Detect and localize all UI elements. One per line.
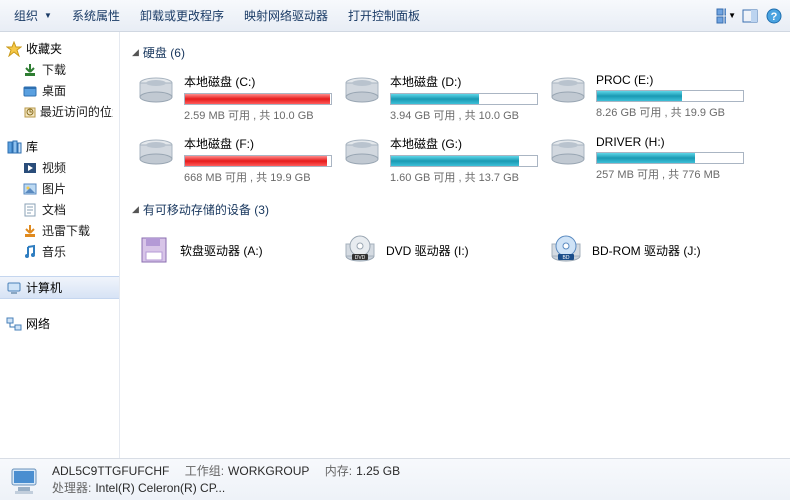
sidebar-item-favorite[interactable]: 最近访问的位置 bbox=[0, 101, 119, 122]
drive-item[interactable]: PROC (E:) 8.26 GB 可用 , 共 19.9 GB bbox=[544, 69, 744, 127]
sidebar-computer[interactable]: 计算机 bbox=[0, 276, 119, 299]
network-icon bbox=[6, 316, 22, 332]
status-text: ADL5C9TTGFUFCHF 工作组: WORKGROUP 内存: 1.25 … bbox=[52, 463, 400, 497]
disclosure-triangle-icon: ◢ bbox=[132, 47, 139, 58]
sidebar-group-network: 网络 bbox=[0, 313, 119, 334]
disclosure-triangle-icon: ◢ bbox=[132, 204, 139, 215]
removables-container: 软盘驱动器 (A:) DVD DVD 驱动器 (I:) BD BD-ROM 驱动器 (J… bbox=[132, 226, 778, 274]
sidebar-network[interactable]: 网络 bbox=[0, 313, 119, 334]
drive-name: DRIVER (H:) bbox=[596, 135, 740, 149]
help-icon: ? bbox=[766, 8, 782, 24]
drive-subtext: 2.59 MB 可用 , 共 10.0 GB bbox=[184, 107, 328, 123]
sidebar-group-libraries: 库 视频图片文档迅雷下载音乐 bbox=[0, 136, 119, 262]
libraries-icon bbox=[6, 139, 22, 155]
hard-disk-icon bbox=[342, 135, 382, 173]
drive-subtext: 1.60 GB 可用 , 共 13.7 GB bbox=[390, 169, 534, 185]
map-network-drive-button[interactable]: 映射网络驱动器 bbox=[234, 3, 338, 28]
drive-subtext: 257 MB 可用 , 共 776 MB bbox=[596, 166, 740, 182]
navigation-sidebar: 收藏夹 下载桌面最近访问的位置 库 视频图片文档迅雷下载音乐 计算机 网络 bbox=[0, 32, 120, 458]
drive-name: 本地磁盘 (F:) bbox=[184, 135, 328, 152]
computer-icon bbox=[6, 280, 22, 296]
bd-drive-icon: BD bbox=[548, 232, 584, 268]
drive-item[interactable]: 本地磁盘 (D:) 3.94 GB 可用 , 共 10.0 GB bbox=[338, 69, 538, 127]
drive-item[interactable]: 本地磁盘 (F:) 668 MB 可用 , 共 19.9 GB bbox=[132, 131, 332, 189]
chevron-down-icon: ▼ bbox=[728, 11, 736, 20]
sidebar-item-library[interactable]: 音乐 bbox=[0, 241, 119, 262]
preview-pane-button[interactable] bbox=[740, 6, 760, 26]
hard-disk-icon bbox=[136, 135, 176, 173]
sidebar-item-favorite[interactable]: 下载 bbox=[0, 59, 119, 80]
star-icon bbox=[6, 41, 22, 57]
uninstall-change-button[interactable]: 卸载或更改程序 bbox=[130, 3, 234, 28]
capacity-bar bbox=[596, 90, 744, 102]
capacity-bar bbox=[184, 155, 332, 167]
sidebar-group-favorites: 收藏夹 下载桌面最近访问的位置 bbox=[0, 38, 119, 122]
hard-disk-icon bbox=[548, 73, 588, 111]
main-area: 收藏夹 下载桌面最近访问的位置 库 视频图片文档迅雷下载音乐 计算机 网络 bbox=[0, 32, 790, 458]
drive-item[interactable]: DRIVER (H:) 257 MB 可用 , 共 776 MB bbox=[544, 131, 744, 189]
drive-name: 本地磁盘 (G:) bbox=[390, 135, 534, 152]
capacity-bar bbox=[390, 155, 538, 167]
sidebar-favorites-header[interactable]: 收藏夹 bbox=[0, 38, 119, 59]
group-removable-label: 有可移动存储的设备 (3) bbox=[143, 201, 269, 218]
svg-text:?: ? bbox=[771, 11, 778, 23]
drive-item[interactable]: 本地磁盘 (C:) 2.59 MB 可用 , 共 10.0 GB bbox=[132, 69, 332, 127]
capacity-bar bbox=[184, 93, 332, 105]
status-computer-name: ADL5C9TTGFUFCHF bbox=[52, 464, 169, 478]
sidebar-item-library[interactable]: 文档 bbox=[0, 199, 119, 220]
toolbar: 组织 ▼ 系统属性 卸载或更改程序 映射网络驱动器 打开控制面板 ▼ ? bbox=[0, 0, 790, 32]
hard-disk-icon bbox=[342, 73, 382, 111]
sidebar-libraries-header[interactable]: 库 bbox=[0, 136, 119, 157]
removable-item[interactable]: 软盘驱动器 (A:) bbox=[132, 226, 332, 274]
sidebar-item-favorite[interactable]: 桌面 bbox=[0, 80, 119, 101]
system-properties-button[interactable]: 系统属性 bbox=[62, 3, 130, 28]
drive-subtext: 8.26 GB 可用 , 共 19.9 GB bbox=[596, 104, 740, 120]
preview-pane-icon bbox=[742, 8, 758, 24]
view-mode-button[interactable]: ▼ bbox=[716, 6, 736, 26]
hard-disk-icon bbox=[548, 135, 588, 173]
removable-name: 软盘驱动器 (A:) bbox=[180, 242, 263, 259]
chevron-down-icon: ▼ bbox=[44, 11, 52, 20]
drive-name: 本地磁盘 (D:) bbox=[390, 73, 534, 90]
removable-name: BD-ROM 驱动器 (J:) bbox=[592, 242, 701, 259]
drive-subtext: 668 MB 可用 , 共 19.9 GB bbox=[184, 169, 328, 185]
removable-name: DVD 驱动器 (I:) bbox=[386, 242, 469, 259]
open-control-panel-button[interactable]: 打开控制面板 bbox=[338, 3, 430, 28]
hard-disk-icon bbox=[136, 73, 176, 111]
drives-container: 本地磁盘 (C:) 2.59 MB 可用 , 共 10.0 GB 本地磁盘 (D:)… bbox=[132, 69, 778, 189]
dvd-drive-icon: DVD bbox=[342, 232, 378, 268]
computer-large-icon bbox=[8, 463, 42, 497]
sidebar-item-library[interactable]: 图片 bbox=[0, 178, 119, 199]
svg-text:BD: BD bbox=[563, 255, 570, 261]
drive-name: PROC (E:) bbox=[596, 73, 740, 87]
removable-item[interactable]: BD BD-ROM 驱动器 (J:) bbox=[544, 226, 744, 274]
tiles-view-icon bbox=[716, 8, 726, 24]
svg-text:DVD: DVD bbox=[355, 255, 366, 261]
sidebar-item-library[interactable]: 迅雷下载 bbox=[0, 220, 119, 241]
sidebar-group-computer: 计算机 bbox=[0, 276, 119, 299]
drive-subtext: 3.94 GB 可用 , 共 10.0 GB bbox=[390, 107, 534, 123]
sidebar-item-library[interactable]: 视频 bbox=[0, 157, 119, 178]
help-button[interactable]: ? bbox=[764, 6, 784, 26]
capacity-bar bbox=[390, 93, 538, 105]
content-pane: ◢ 硬盘 (6) 本地磁盘 (C:) 2.59 MB 可用 , 共 10.0 GB… bbox=[120, 32, 790, 458]
capacity-bar bbox=[596, 152, 744, 164]
drive-item[interactable]: 本地磁盘 (G:) 1.60 GB 可用 , 共 13.7 GB bbox=[338, 131, 538, 189]
organize-label: 组织 bbox=[14, 7, 38, 24]
removable-item[interactable]: DVD DVD 驱动器 (I:) bbox=[338, 226, 538, 274]
drive-name: 本地磁盘 (C:) bbox=[184, 73, 328, 90]
group-hdd-label: 硬盘 (6) bbox=[143, 44, 185, 61]
organize-button[interactable]: 组织 ▼ bbox=[4, 3, 62, 28]
status-bar: ADL5C9TTGFUFCHF 工作组: WORKGROUP 内存: 1.25 … bbox=[0, 458, 790, 500]
floppy-drive-icon bbox=[136, 232, 172, 268]
group-header-removable[interactable]: ◢ 有可移动存储的设备 (3) bbox=[132, 201, 778, 218]
group-header-hdd[interactable]: ◢ 硬盘 (6) bbox=[132, 44, 778, 61]
